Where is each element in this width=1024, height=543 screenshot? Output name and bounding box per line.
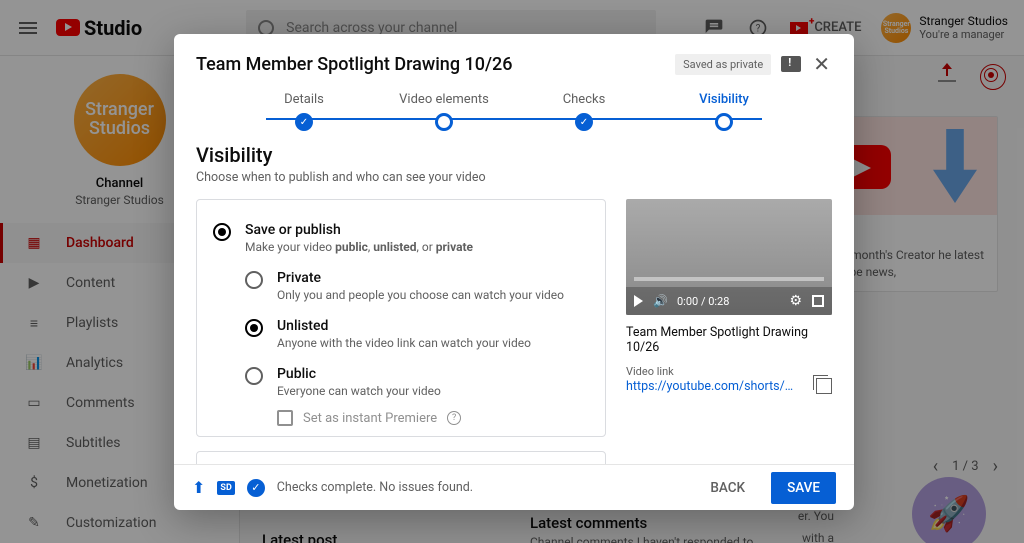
stepper-line <box>266 118 762 120</box>
footer-status: Checks complete. No issues found. <box>277 480 473 495</box>
step-dot-icon <box>435 113 453 131</box>
checkbox-icon <box>277 410 293 426</box>
sd-badge: SD <box>217 481 234 495</box>
fullscreen-icon[interactable] <box>812 295 824 307</box>
step-label: Checks <box>563 92 606 107</box>
premiere-row[interactable]: Set as instant Premiere ? <box>245 406 589 426</box>
progress-bar[interactable] <box>634 277 824 281</box>
check-complete-icon: ✓ <box>247 479 265 497</box>
radio-icon <box>245 319 263 337</box>
radio-save-publish[interactable]: Save or publish Make your video public, … <box>213 214 589 262</box>
radio-title: Unlisted <box>277 318 531 334</box>
back-button[interactable]: BACK <box>696 472 759 504</box>
copy-icon[interactable] <box>816 378 832 394</box>
preview-time: 0:00 / 0:28 <box>677 295 729 308</box>
preview-title: Team Member Spotlight Drawing 10/26 <box>626 325 832 355</box>
step-video-elements[interactable]: Video elements <box>374 92 514 131</box>
step-details[interactable]: Details <box>234 92 374 131</box>
schedule-card[interactable]: Schedule Select a date to make your vide… <box>196 451 606 464</box>
step-checks[interactable]: Checks <box>514 92 654 131</box>
save-publish-card: Save or publish Make your video public, … <box>196 199 606 437</box>
volume-icon[interactable] <box>653 294 667 308</box>
step-dot-icon <box>575 113 593 131</box>
upload-modal: Team Member Spotlight Drawing 10/26 Save… <box>174 34 854 510</box>
radio-sub: Everyone can watch your video <box>277 384 441 398</box>
radio-unlisted[interactable]: Unlisted Anyone with the video link can … <box>245 310 589 358</box>
radio-public[interactable]: Public Everyone can watch your video <box>245 358 589 406</box>
close-icon[interactable]: ✕ <box>811 52 832 76</box>
section-title: Visibility <box>196 143 832 167</box>
video-link[interactable]: https://youtube.com/shorts/o7... <box>626 379 798 394</box>
modal-body: Visibility Choose when to publish and wh… <box>174 135 854 464</box>
premiere-label: Set as instant Premiere <box>303 411 437 426</box>
status-badge: Saved as private <box>675 54 771 75</box>
radio-sub: Anyone with the video link can watch you… <box>277 336 531 350</box>
radio-icon <box>245 271 263 289</box>
radio-icon <box>245 367 263 385</box>
app-root: Studio Search across your channel ? CREA… <box>0 0 1024 543</box>
stepper: Details Video elements Checks Visibility <box>174 88 854 135</box>
upload-status-icon: ⬆ <box>192 478 205 497</box>
save-button[interactable]: SAVE <box>771 472 836 504</box>
step-visibility[interactable]: Visibility <box>654 92 794 131</box>
help-tooltip-icon[interactable]: ? <box>447 411 461 425</box>
gear-icon[interactable]: ⚙ <box>789 293 802 309</box>
step-label: Video elements <box>399 92 489 107</box>
step-label: Visibility <box>699 92 749 107</box>
play-icon[interactable] <box>634 295 643 307</box>
radio-title: Private <box>277 270 564 286</box>
video-link-label: Video link <box>626 365 832 378</box>
step-label: Details <box>284 92 324 107</box>
radio-icon <box>213 223 231 241</box>
feedback-modal-icon[interactable] <box>781 56 801 72</box>
radio-title: Public <box>277 366 441 382</box>
step-dot-icon <box>295 113 313 131</box>
step-dot-icon <box>715 113 733 131</box>
section-sub: Choose when to publish and who can see y… <box>196 170 832 185</box>
preview-controls: 0:00 / 0:28 ⚙ <box>626 287 832 315</box>
modal-header: Team Member Spotlight Drawing 10/26 Save… <box>174 34 854 88</box>
radio-sub: Make your video public, unlisted, or pri… <box>245 240 473 254</box>
modal-title: Team Member Spotlight Drawing 10/26 <box>196 54 512 75</box>
radio-sub: Only you and people you choose can watch… <box>277 288 564 302</box>
video-preview[interactable]: 0:00 / 0:28 ⚙ <box>626 199 832 315</box>
modal-footer: ⬆ SD ✓ Checks complete. No issues found.… <box>174 464 854 510</box>
radio-private[interactable]: Private Only you and people you choose c… <box>245 262 589 310</box>
radio-title: Save or publish <box>245 222 473 238</box>
